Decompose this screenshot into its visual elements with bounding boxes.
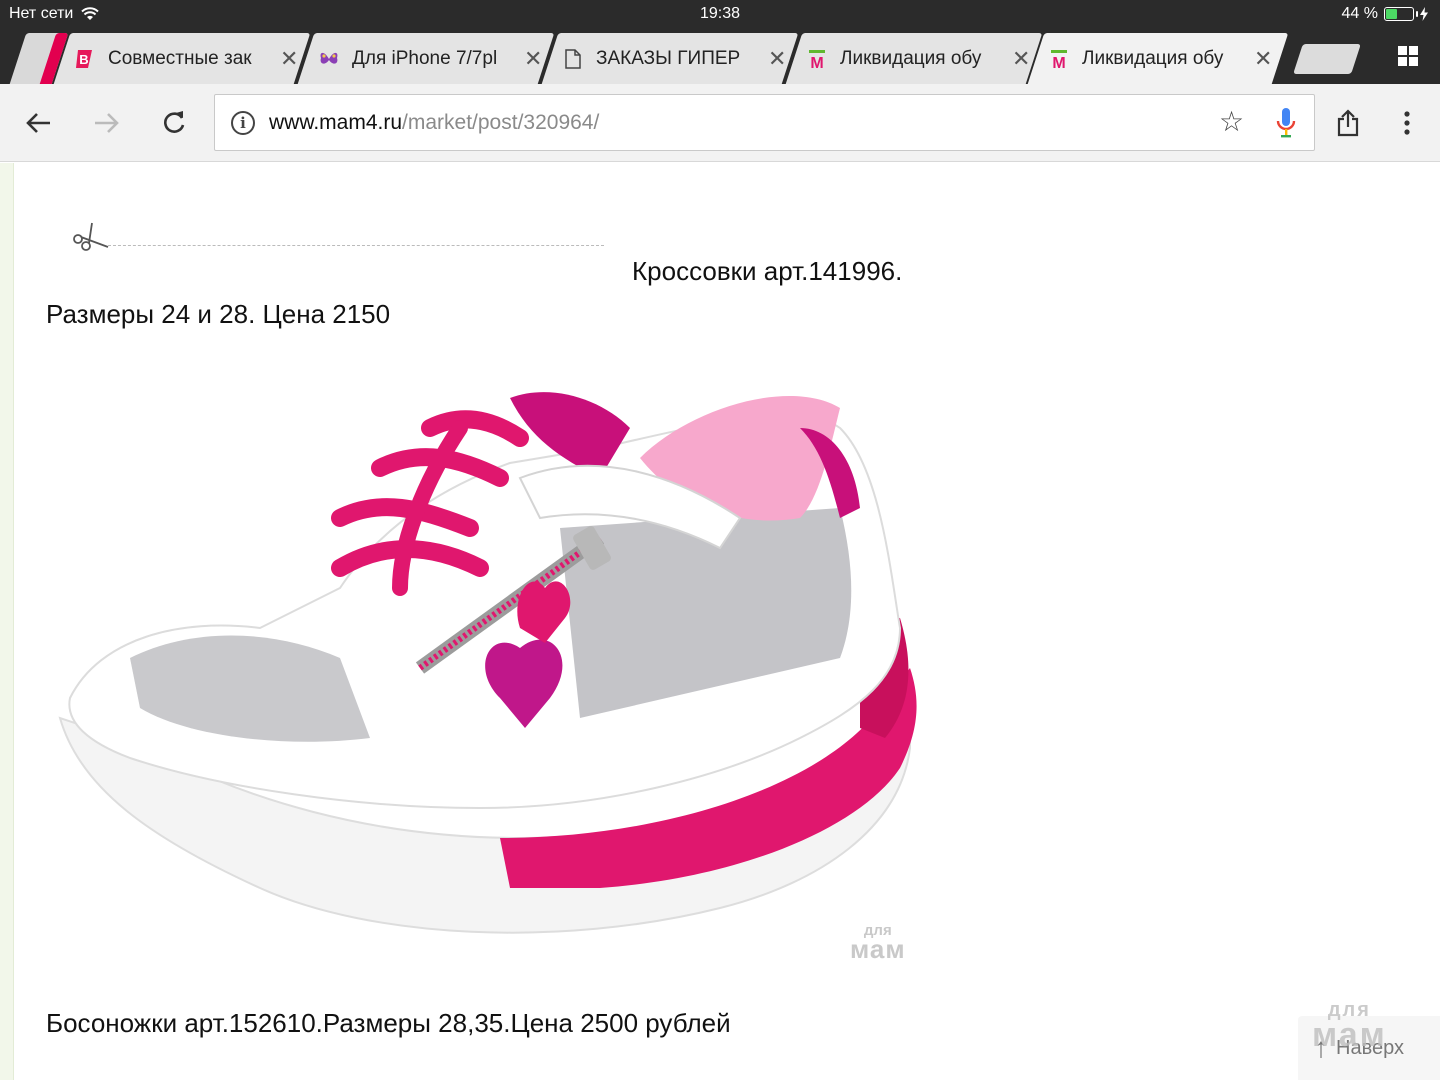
site-info-icon[interactable]: i [231, 111, 255, 135]
tab-2-content[interactable]: Для iPhone 7/7pl ✕ [318, 33, 542, 84]
battery-fill [1386, 9, 1397, 19]
clock: 19:38 [699, 5, 741, 22]
tab-5-close-icon[interactable]: ✕ [1254, 46, 1272, 72]
tab-1-title: Совместные зак [108, 47, 252, 69]
address-bar[interactable]: i www.mam4.ru/market/post/320964/ ☆ [214, 94, 1315, 151]
url-path: /market/post/320964/ [402, 111, 600, 134]
reload-icon [164, 111, 185, 133]
mam4-logo-icon: M [1048, 48, 1070, 70]
item2-title: Босоножки арт.152610.Размеры 28,35.Цена … [46, 1008, 731, 1038]
menu-button[interactable] [1389, 105, 1425, 141]
mam4-logo-icon: M [806, 48, 828, 70]
new-tab-button[interactable] [1293, 44, 1361, 74]
svg-text:M: M [1052, 55, 1065, 70]
status-right: 44 % [1342, 5, 1428, 23]
item1-title: Кроссовки арт.141996. [632, 256, 903, 286]
battery-percent: 44 % [1341, 5, 1378, 22]
arrow-left-icon [26, 113, 50, 133]
dashed-divider [108, 245, 604, 246]
tab-4-content[interactable]: M Ликвидация обу ✕ [806, 33, 1030, 84]
share-button[interactable] [1330, 105, 1366, 141]
tab-switcher-icon[interactable] [1398, 46, 1418, 66]
tab-2-title: Для iPhone 7/7pl [352, 47, 498, 69]
tab-2-close-icon[interactable]: ✕ [524, 46, 542, 72]
status-bar: Нет сети 19:38 44 % [0, 0, 1440, 30]
battery-icon [1384, 7, 1418, 21]
svg-text:B: B [79, 52, 88, 67]
url-text[interactable]: www.mam4.ru/market/post/320964/ [269, 111, 599, 135]
tab-4-close-icon[interactable]: ✕ [1012, 46, 1030, 72]
tab-strip: B Совместные зак ✕ Для iPhone 7/7pl ✕ ЗА… [0, 30, 1440, 84]
tab-1-close-icon[interactable]: ✕ [280, 46, 298, 72]
reload-button[interactable] [156, 105, 192, 141]
tab-3-title: ЗАКАЗЫ ГИПЕР [596, 47, 741, 69]
microphone-icon[interactable] [1275, 107, 1297, 139]
tab-5-title: Ликвидация обу [1082, 47, 1224, 69]
url-domain: www.mam4.ru [269, 111, 403, 134]
back-to-top-watermark-bottom: мам [1312, 1016, 1387, 1054]
cut-line [72, 221, 612, 251]
watermark: для мам [850, 923, 906, 964]
tab-3-content[interactable]: ЗАКАЗЫ ГИПЕР ✕ [562, 33, 786, 84]
svg-text:M: M [810, 55, 823, 70]
browser-toolbar: i www.mam4.ru/market/post/320964/ ☆ [0, 84, 1440, 162]
forward-button[interactable] [88, 105, 124, 141]
left-side-bar [0, 163, 14, 1080]
scissors-icon [73, 222, 109, 251]
bookmark-star-icon[interactable]: ☆ [1219, 107, 1244, 137]
watermark-bottom: мам [850, 934, 906, 964]
arrow-right-icon [95, 113, 119, 133]
web-page: Кроссовки арт.141996. Размеры 24 и 28. Ц… [0, 163, 1440, 1080]
document-icon [562, 48, 584, 70]
tab-3-close-icon[interactable]: ✕ [768, 46, 786, 72]
tab-4-title: Ликвидация обу [840, 47, 982, 69]
sneaker-image [58, 392, 917, 934]
tab-5-content[interactable]: M Ликвидация обу ✕ [1048, 33, 1272, 84]
back-to-top-watermark: для мам [1312, 1000, 1387, 1054]
butterfly-icon [318, 48, 340, 70]
more-vertical-icon [1404, 111, 1410, 135]
item1-details: Размеры 24 и 28. Цена 2150 [46, 299, 391, 329]
back-to-top-button[interactable]: для мам ↑ Наверх [1298, 1000, 1440, 1080]
b-logo-icon: B [74, 48, 96, 70]
charging-icon [1420, 7, 1428, 21]
tab-1-content[interactable]: B Совместные зак ✕ [74, 33, 298, 84]
back-button[interactable] [21, 105, 57, 141]
share-icon [1337, 109, 1359, 137]
